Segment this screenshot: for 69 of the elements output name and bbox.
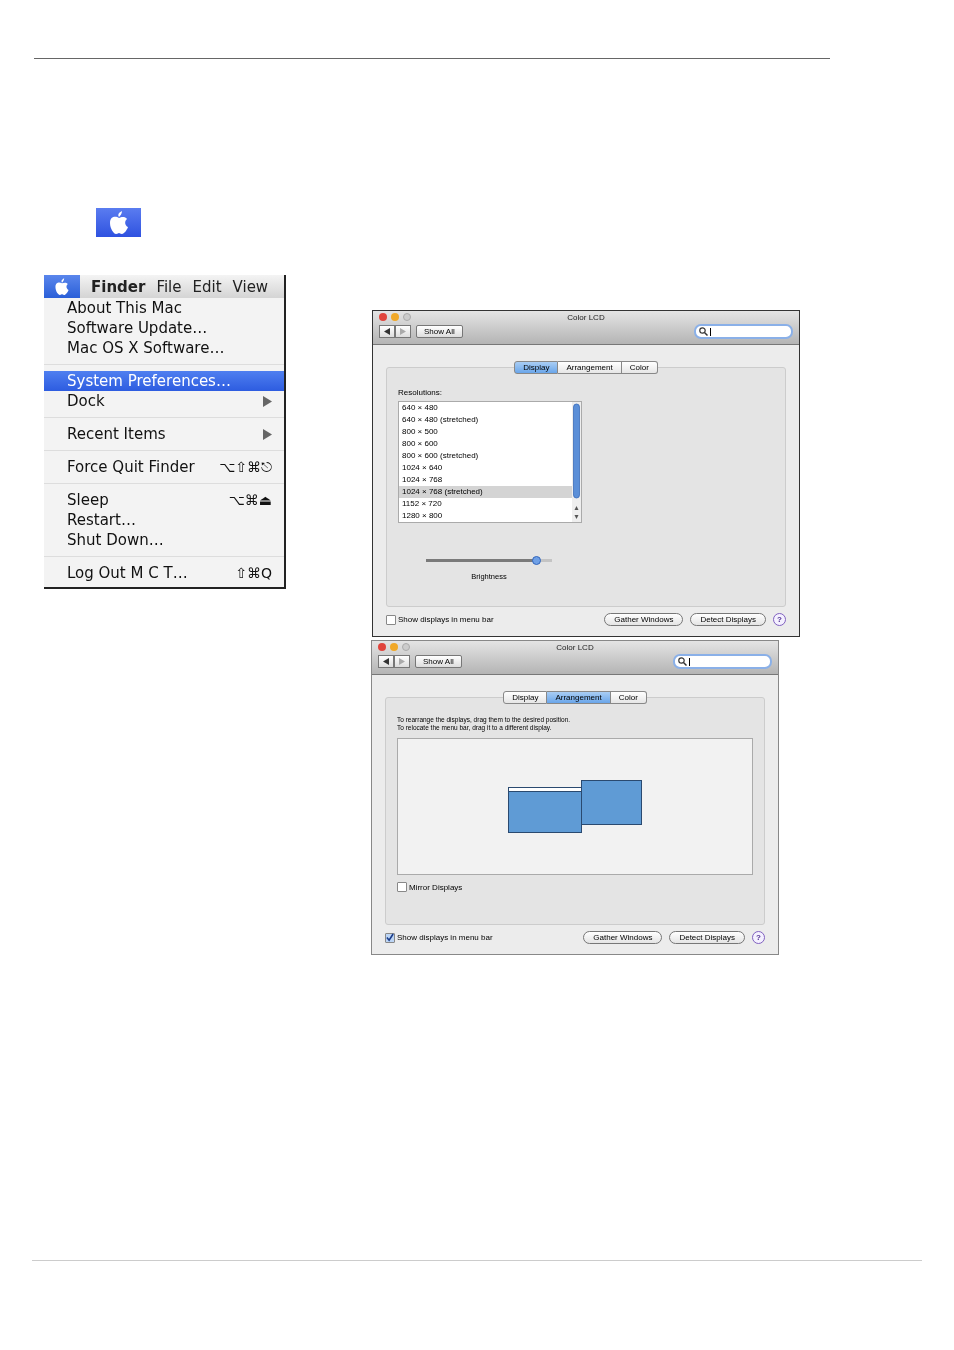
- left-arrow-icon: [383, 658, 389, 665]
- push-button[interactable]: Gather Windows: [583, 931, 663, 944]
- resolution-item[interactable]: 1152 × 720: [399, 498, 572, 510]
- window-title: Color LCD: [566, 313, 606, 322]
- menu-item[interactable]: About This Mac: [44, 298, 284, 318]
- menu-item[interactable]: Log Out M C T… ⇧⌘Q: [44, 563, 284, 583]
- right-arrow-icon: [400, 328, 406, 335]
- apple-icon: [54, 277, 70, 296]
- tab[interactable]: Display: [503, 691, 548, 704]
- menu-item[interactable]: Restart…: [44, 510, 284, 530]
- back-button[interactable]: [378, 655, 394, 668]
- help-button[interactable]: ?: [752, 931, 765, 944]
- menu-item[interactable]: Software Update…: [44, 318, 284, 338]
- back-button[interactable]: [379, 325, 395, 338]
- tab[interactable]: Arrangement: [547, 691, 611, 704]
- shortcut-text: ⌥⇧⌘⎋: [219, 458, 272, 476]
- right-arrow-icon: [399, 658, 405, 665]
- resolution-item[interactable]: 1024 × 768: [399, 474, 572, 486]
- resolution-item[interactable]: 800 × 500: [399, 426, 572, 438]
- resolution-item[interactable]: 1024 × 640: [399, 462, 572, 474]
- displays-drawing[interactable]: [507, 779, 643, 834]
- menu-item[interactable]: Force Quit Finder ⌥⇧⌘⎋: [44, 457, 284, 477]
- scroll-bar[interactable]: [572, 402, 581, 522]
- menu-item[interactable]: Dock: [44, 391, 284, 411]
- apple-icon: [96, 208, 141, 237]
- menu-title[interactable]: File: [145, 277, 182, 296]
- brightness-slider[interactable]: [426, 559, 552, 562]
- window-title: Color LCD: [555, 643, 595, 652]
- resolutions-label: Resolutions:: [398, 388, 444, 397]
- forward-button[interactable]: [394, 655, 410, 668]
- search-field[interactable]: [694, 324, 793, 339]
- resolution-item[interactable]: 1024 × 768 (stretched): [399, 486, 572, 498]
- resolution-item[interactable]: 640 × 480 (stretched): [399, 414, 572, 426]
- shortcut-text: ⌥⌘⏏: [228, 492, 272, 508]
- shortcut-text: ⇧⌘Q: [235, 565, 272, 581]
- tab[interactable]: Color: [610, 691, 647, 704]
- resolution-item[interactable]: 1280 × 800: [399, 510, 572, 522]
- show-all-button[interactable]: Show All: [415, 655, 462, 668]
- mirror-displays-checkbox[interactable]: Mirror Displays: [397, 882, 753, 892]
- tab[interactable]: Arrangement: [558, 361, 622, 374]
- push-button[interactable]: Detect Displays: [669, 931, 745, 944]
- resolution-item[interactable]: 800 × 600: [399, 438, 572, 450]
- tab[interactable]: Display: [514, 361, 559, 374]
- menu-title[interactable]: Finder: [80, 277, 146, 296]
- search-field[interactable]: [673, 654, 772, 669]
- checkmark-icon: [386, 933, 394, 942]
- menu-title[interactable]: Edit: [181, 277, 222, 296]
- show-displays-checkbox[interactable]: Show displays in menu bar: [385, 932, 493, 943]
- left-arrow-icon: [384, 328, 390, 335]
- menu-item[interactable]: Recent Items: [44, 424, 284, 444]
- close-button[interactable]: [379, 313, 387, 321]
- close-button[interactable]: [378, 643, 386, 651]
- apple-menu-button[interactable]: [44, 275, 80, 298]
- menu-item[interactable]: System Preferences…: [44, 371, 284, 391]
- menu-item[interactable]: Shut Down…: [44, 530, 284, 550]
- resolution-item[interactable]: 640 × 480: [399, 402, 572, 414]
- push-button[interactable]: Detect Displays: [690, 613, 766, 626]
- forward-button[interactable]: [395, 325, 411, 338]
- show-displays-checkbox[interactable]: Show displays in menu bar: [386, 614, 494, 625]
- show-all-button[interactable]: Show All: [416, 325, 463, 338]
- search-icon: [678, 657, 687, 666]
- menu-item[interactable]: Sleep ⌥⌘⏏: [44, 490, 284, 510]
- resolution-item[interactable]: 800 × 600 (stretched): [399, 450, 572, 462]
- search-icon: [699, 327, 708, 336]
- tab[interactable]: Color: [621, 361, 658, 374]
- menu-title[interactable]: View: [221, 277, 269, 296]
- push-button[interactable]: Gather Windows: [604, 613, 684, 626]
- help-button[interactable]: ?: [773, 613, 786, 626]
- menu-item[interactable]: Mac OS X Software…: [44, 338, 284, 358]
